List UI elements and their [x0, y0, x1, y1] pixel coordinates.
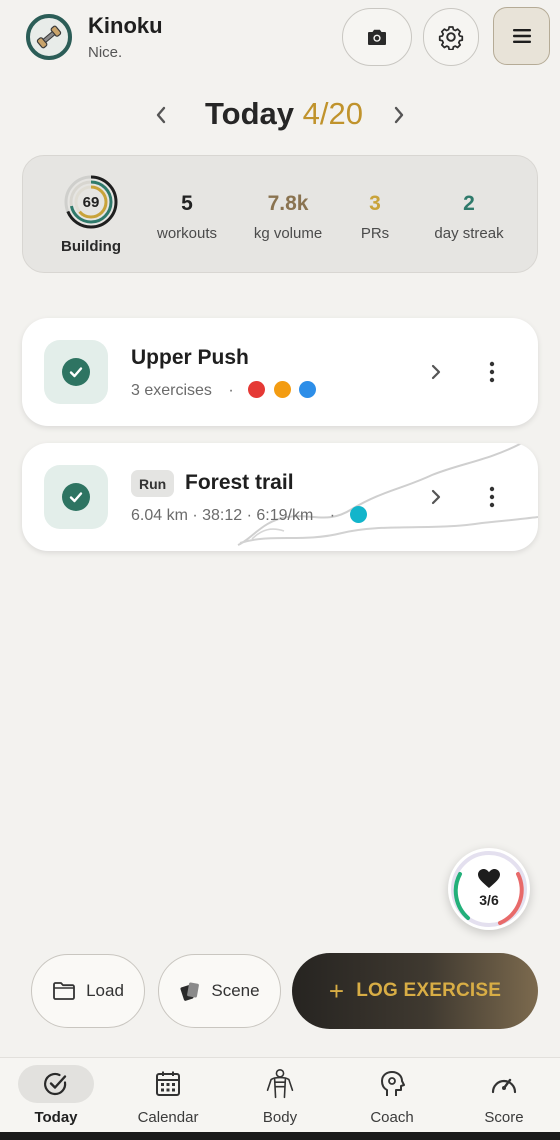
wellness-heart-button[interactable]: 3/6	[448, 848, 530, 930]
check-icon	[62, 483, 90, 511]
stat-label: workouts	[156, 225, 218, 242]
date-label: Today	[205, 96, 294, 131]
more-vertical-icon	[489, 361, 495, 383]
stat-volume: 7.8k kg volume	[239, 192, 337, 242]
chevron-right-icon	[431, 364, 441, 380]
exercise-count: 3 exercises	[131, 382, 212, 399]
stat-label: kg volume	[253, 225, 323, 242]
nav-label: Today	[34, 1109, 78, 1126]
chevron-right-icon	[394, 106, 404, 124]
plus-icon: +	[328, 976, 345, 1006]
nav-label: Body	[262, 1109, 298, 1126]
heart-count: 3/6	[479, 892, 499, 908]
open-workout-button[interactable]	[426, 360, 446, 384]
nav-item-today[interactable]: Today	[6, 1058, 106, 1133]
more-vertical-icon	[489, 486, 495, 508]
workout-title: Forest trail	[185, 471, 294, 494]
activity-dot-cyan	[349, 506, 367, 523]
date-navigator: Today 4/20	[0, 96, 560, 136]
completion-toggle[interactable]	[44, 340, 108, 404]
scene-cards-icon	[180, 982, 200, 1001]
settings-button[interactable]	[423, 8, 479, 66]
check-icon	[62, 358, 90, 386]
score-label: Building	[61, 238, 121, 255]
activity-type-badge: Run	[131, 470, 175, 497]
workout-card-forest-trail[interactable]: Run Forest trail 6.04 km · 38:12 · 6:19/…	[22, 443, 538, 551]
app-header: Kinoku Nice.	[0, 0, 560, 76]
completion-toggle[interactable]	[44, 465, 108, 529]
workout-card-upper-push[interactable]: Upper Push 3 exercises ·	[22, 318, 538, 426]
gear-icon	[438, 26, 464, 50]
nav-item-body[interactable]: Body	[230, 1058, 330, 1133]
log-exercise-label: LOG EXERCISE	[356, 980, 502, 1001]
workout-subtitle: 6.04 km · 38:12 · 6:19/km ·	[131, 506, 371, 525]
dumbbell-icon	[36, 25, 62, 49]
separator: ·	[329, 507, 336, 524]
muscle-dot-red	[248, 381, 266, 398]
workout-subtitle: 3 exercises ·	[131, 381, 320, 400]
gauge-icon	[488, 1068, 520, 1100]
scene-label: Scene	[211, 981, 260, 1000]
folder-icon	[53, 982, 75, 1000]
muscle-dot-blue	[299, 381, 317, 398]
check-circle-icon	[40, 1068, 72, 1100]
next-day-button[interactable]	[384, 100, 414, 130]
coach-head-icon	[376, 1068, 408, 1100]
camera-button[interactable]	[342, 8, 412, 66]
stat-label: PRs	[360, 225, 390, 242]
run-metrics: 6.04 km · 38:12 · 6:19/km	[131, 507, 314, 524]
muscle-dot-orange	[273, 381, 291, 398]
bottom-navigation: Today Calendar Body Coach Score	[0, 1057, 560, 1132]
nav-label: Coach	[370, 1109, 414, 1126]
load-label: Load	[86, 981, 124, 1000]
workout-options-button[interactable]	[482, 485, 502, 509]
system-bar	[0, 1132, 560, 1140]
nav-label: Calendar	[137, 1109, 199, 1126]
chevron-right-icon	[431, 489, 441, 505]
app-subtitle: Nice.	[88, 44, 123, 61]
stat-value: 5	[181, 192, 193, 215]
workout-options-button[interactable]	[482, 360, 502, 384]
calendar-icon	[152, 1068, 184, 1100]
heart-icon	[478, 869, 500, 888]
camera-icon	[368, 29, 386, 45]
stat-value: 3	[369, 192, 381, 215]
nav-item-coach[interactable]: Coach	[342, 1058, 442, 1133]
workout-title: Upper Push	[131, 346, 249, 369]
previous-day-button[interactable]	[146, 100, 176, 130]
stat-value: 7.8k	[267, 192, 309, 215]
score-value: 69	[82, 193, 100, 211]
body-icon	[264, 1068, 296, 1100]
chevron-left-icon	[156, 106, 166, 124]
stat-value: 2	[463, 192, 475, 215]
app-logo-avatar[interactable]	[26, 14, 72, 60]
current-date: Today 4/20	[205, 96, 363, 132]
load-button[interactable]: Load	[31, 954, 145, 1028]
date-value: 4/20	[302, 96, 363, 131]
hamburger-menu-icon	[512, 29, 531, 43]
nav-item-calendar[interactable]: Calendar	[118, 1058, 218, 1133]
app-name: Kinoku	[88, 13, 163, 38]
open-workout-button[interactable]	[426, 485, 446, 509]
stat-workouts: 5 workouts	[148, 192, 226, 242]
stat-label: day streak	[434, 225, 504, 242]
scene-button[interactable]: Scene	[158, 954, 281, 1028]
nav-item-score[interactable]: Score	[454, 1058, 554, 1133]
nav-label: Score	[484, 1109, 524, 1126]
stat-streak: 2 day streak	[425, 192, 513, 242]
log-exercise-button[interactable]: + LOG EXERCISE	[292, 953, 538, 1029]
menu-button[interactable]	[493, 7, 550, 65]
separator: ·	[228, 382, 234, 399]
stat-prs: 3 PRs	[343, 192, 407, 242]
score-ring: 69	[63, 174, 119, 230]
stats-summary-card[interactable]: 69 Building 5 workouts 7.8k kg volume 3 …	[22, 155, 538, 273]
